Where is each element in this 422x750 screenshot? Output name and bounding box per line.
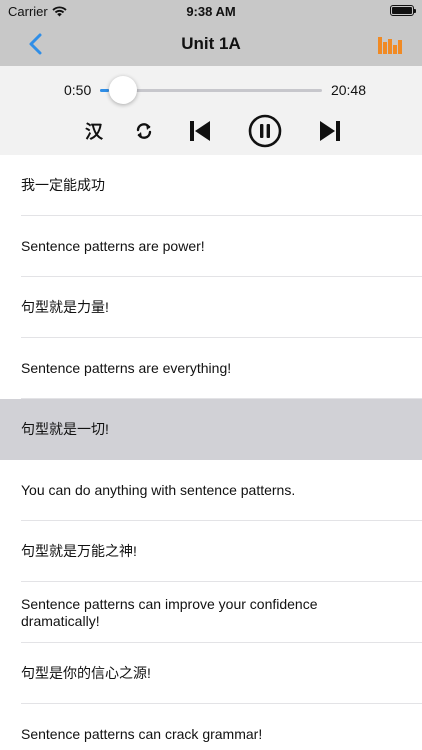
repeat-button[interactable] <box>132 116 156 146</box>
sentence-text: Sentence patterns are power! <box>21 238 205 254</box>
sentence-text: 句型就是万能之神! <box>21 543 137 559</box>
sentence-text: Sentence patterns can improve your confi… <box>21 595 318 629</box>
progress-fill <box>100 89 109 92</box>
header: Carrier 9:38 AM Unit 1A <box>0 0 422 66</box>
repeat-icon <box>136 123 152 139</box>
sentence-row[interactable]: 句型就是力量! <box>0 277 422 338</box>
sentence-text: 我一定能成功 <box>21 177 105 193</box>
nav-bar: Unit 1A <box>0 22 422 66</box>
sentence-row[interactable]: Sentence patterns can crack grammar! <box>0 704 422 750</box>
chinese-toggle-button[interactable]: 汉 <box>82 116 106 146</box>
sentence-row[interactable]: You can do anything with sentence patter… <box>0 460 422 521</box>
sentence-row[interactable]: 我一定能成功 <box>0 155 422 216</box>
playlist-button[interactable] <box>378 33 404 55</box>
audio-player: 0:50 20:48 汉 <box>0 66 422 155</box>
battery-icon <box>390 5 416 16</box>
back-button[interactable] <box>26 32 48 56</box>
current-time: 0:50 <box>64 82 92 98</box>
sentence-list: 我一定能成功 Sentence patterns are power! 句型就是力量… <box>0 155 422 750</box>
sentence-row[interactable]: 句型是你的信心之源! <box>0 643 422 704</box>
sentence-text: 句型是你的信心之源! <box>21 665 151 681</box>
page-title: Unit 1A <box>181 34 241 53</box>
total-time: 20:48 <box>330 82 366 98</box>
previous-track-icon <box>190 121 210 141</box>
pause-button[interactable] <box>248 114 282 148</box>
next-track-icon <box>320 121 340 141</box>
sentence-text: 句型就是一切! <box>21 421 109 437</box>
status-bar: Carrier 9:38 AM <box>0 0 422 22</box>
progress-thumb[interactable] <box>108 76 137 104</box>
sentence-text: Sentence patterns are everything! <box>21 360 232 376</box>
sentence-text: You can do anything with sentence patter… <box>21 482 296 498</box>
sentence-row[interactable]: 句型就是一切! <box>0 399 422 460</box>
next-button[interactable] <box>317 116 343 146</box>
status-time: 9:38 AM <box>186 4 236 19</box>
sentence-row[interactable]: Sentence patterns are power! <box>0 216 422 277</box>
chevron-left-icon <box>29 33 42 55</box>
sentence-row[interactable]: Sentence patterns can improve your confi… <box>0 582 422 643</box>
sentence-text: Sentence patterns can crack grammar! <box>21 726 263 742</box>
bars-icon <box>378 37 402 54</box>
sentence-text: 句型就是力量! <box>21 299 109 315</box>
sentence-row[interactable]: Sentence patterns are everything! <box>0 338 422 399</box>
previous-button[interactable] <box>187 116 213 146</box>
sentence-row[interactable]: 句型就是万能之神! <box>0 521 422 582</box>
pause-icon <box>248 114 282 148</box>
